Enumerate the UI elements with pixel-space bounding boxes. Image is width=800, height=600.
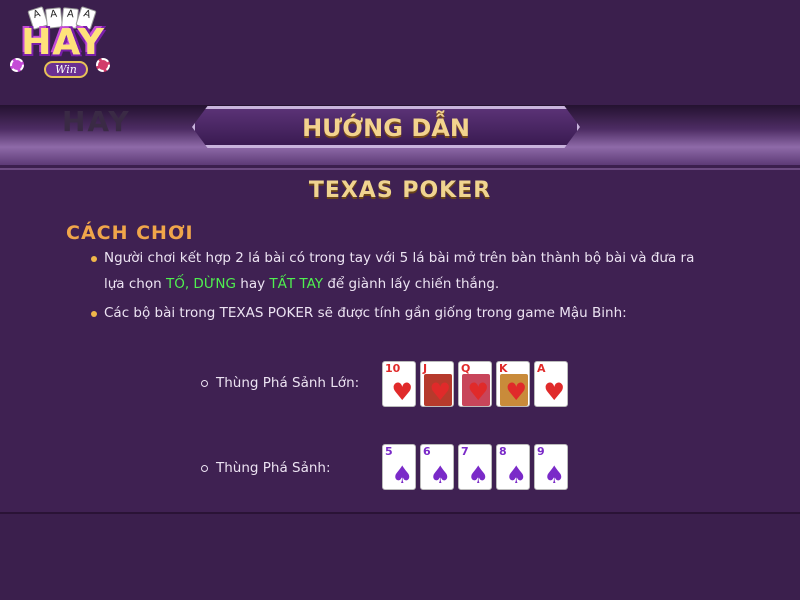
dice-icon <box>96 58 110 72</box>
playing-card: 8 ♠ <box>496 444 530 490</box>
rule-paragraph-2: Các bộ bài trong TEXAS POKER sẽ được tín… <box>104 305 627 321</box>
highlight-tat-tay: TẤT TAY <box>269 276 324 292</box>
card-rank: 8 <box>499 445 507 458</box>
rule-text: để giành lấy chiến thắng. <box>323 276 500 292</box>
heart-icon: ♥ <box>505 378 527 406</box>
playing-card: 10 ♥ <box>382 361 416 407</box>
card-rank: 6 <box>423 445 431 458</box>
hay-win-logo[interactable]: A A A A HAY Win <box>10 6 116 82</box>
card-rank: J <box>423 362 428 375</box>
rule-text: lựa chọn <box>104 276 166 292</box>
spade-icon: ♠ <box>505 461 527 489</box>
spade-icon: ♠ <box>543 461 565 489</box>
rule-text: hay <box>235 276 270 292</box>
game-title: TEXAS POKER <box>308 178 492 203</box>
card-rank: K <box>499 362 508 375</box>
card-rank: A <box>537 362 546 375</box>
hand-label-straight-flush: Thùng Phá Sảnh: <box>216 460 331 476</box>
heart-icon: ♥ <box>429 378 451 406</box>
hand-label-royal-flush: Thùng Phá Sảnh Lớn: <box>216 375 360 391</box>
playing-card: J ♥ <box>420 361 454 407</box>
highlight-to-dung: TỐ, DỪNG <box>165 276 236 292</box>
heart-icon: ♥ <box>467 378 489 406</box>
rule-paragraph-1: Người chơi kết hợp 2 lá bài có trong tay… <box>104 245 694 297</box>
bullet-icon <box>91 311 97 317</box>
spade-icon: ♠ <box>429 461 451 489</box>
playing-card: 7 ♠ <box>458 444 492 490</box>
logo-badge: Win <box>44 61 88 78</box>
playing-card: Q ♥ <box>458 361 492 407</box>
page-title: HƯỚNG DẪN <box>302 114 470 142</box>
card-rank: 10 <box>385 362 401 375</box>
header-ghost-text: HAY <box>62 105 131 138</box>
heart-icon: ♥ <box>543 378 565 406</box>
card-rank: 9 <box>537 445 545 458</box>
sub-bullet-icon <box>201 380 208 387</box>
section-title: CÁCH CHƠI <box>66 222 194 244</box>
playing-card: 6 ♠ <box>420 444 454 490</box>
logo-wordmark: HAY <box>21 22 105 63</box>
sub-bullet-icon <box>201 465 208 472</box>
playing-card: 9 ♠ <box>534 444 568 490</box>
rule-line-1: Người chơi kết hợp 2 lá bài có trong tay… <box>104 250 695 266</box>
playing-card: A ♥ <box>534 361 568 407</box>
heart-icon: ♥ <box>391 378 413 406</box>
spade-icon: ♠ <box>467 461 489 489</box>
rule-line-2: lựa chọn TỐ, DỪNG hay TẤT TAY để giành l… <box>104 271 694 297</box>
bullet-icon <box>91 256 97 262</box>
spade-icon: ♠ <box>391 461 413 489</box>
card-rank: 7 <box>461 445 469 458</box>
playing-card: 5 ♠ <box>382 444 416 490</box>
playing-card: K ♥ <box>496 361 530 407</box>
card-rank: Q <box>461 362 471 375</box>
card-rank: 5 <box>385 445 393 458</box>
chip-icon <box>10 58 24 72</box>
